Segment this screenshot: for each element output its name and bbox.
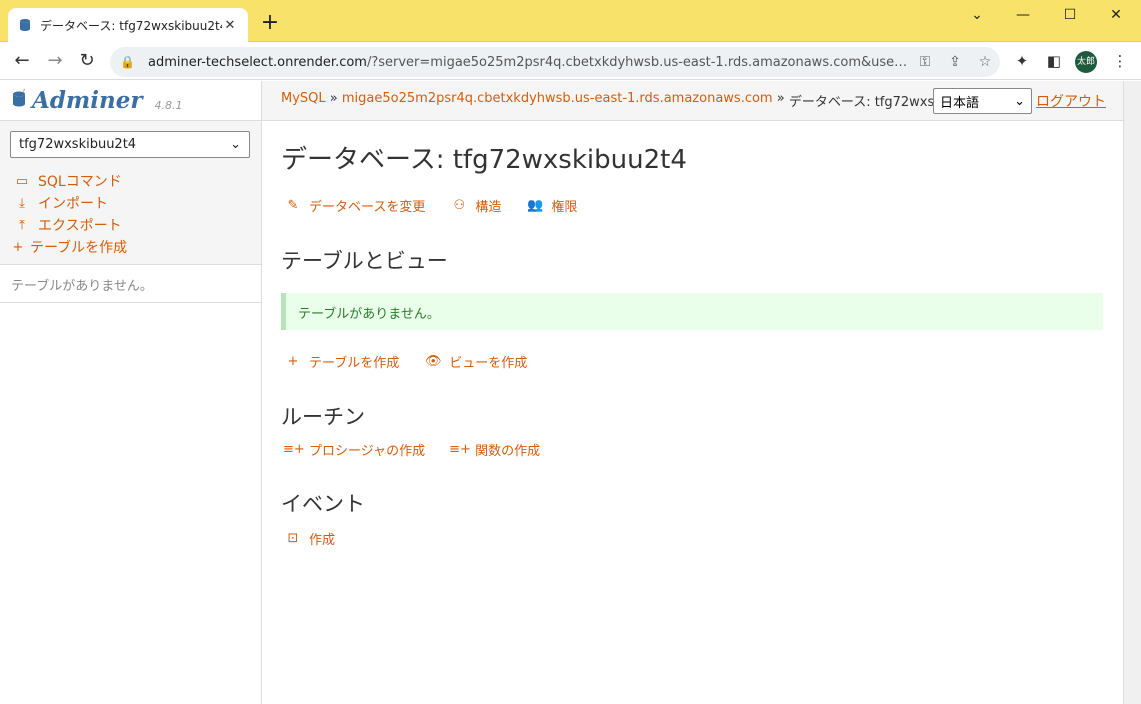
events-heading: イベント <box>281 492 365 516</box>
pencil-icon: ✎ <box>287 198 299 213</box>
import-link[interactable]: ⤓ インポート <box>10 192 251 214</box>
create-event-action[interactable]: ⊡ 作成 <box>283 529 335 548</box>
svg-text:?: ? <box>22 89 25 95</box>
profile-avatar[interactable]: 太郎 <box>1075 51 1097 73</box>
chevron-down-icon: ⌄ <box>230 137 241 152</box>
breadcrumb-server[interactable]: migae5o25m2psr4q.cbetxkdyhwsb.us-east-1.… <box>342 91 773 106</box>
version-label: 4.8.1 <box>154 99 183 112</box>
extensions-icon[interactable]: ✦ <box>1011 52 1033 72</box>
window-minimize-icon[interactable]: — <box>1000 4 1046 26</box>
create-table-action[interactable]: + テーブルを作成 <box>283 352 400 371</box>
logout-link[interactable]: ログアウト <box>1036 91 1106 111</box>
address-bar: ← → ↻ 🔒 adminer-techselect.onrender.com/… <box>0 42 1141 80</box>
database-select-value: tfg72wxskibuu2t4 <box>19 137 137 152</box>
main-content: MySQL » migae5o25m2psr4q.cbetxkdyhwsb.us… <box>262 81 1123 704</box>
menu-icon[interactable]: ⋮ <box>1109 52 1131 72</box>
forward-icon[interactable]: → <box>43 50 67 72</box>
side-panel-icon[interactable]: ◧ <box>1043 52 1065 72</box>
structure-link[interactable]: ⚇ 構造 <box>449 196 502 215</box>
tables-heading: テーブルとビュー <box>281 249 448 273</box>
logo-name: Adminer <box>32 87 143 114</box>
list-add-icon: ≡+ <box>283 442 305 457</box>
create-function-label: 関数の作成 <box>475 444 541 459</box>
adminer-app: ? Adminer 4.8.1 tfg72wxskibuu2t4 ⌄ ▭ SQL… <box>0 81 1123 704</box>
breadcrumb-separator: » <box>776 91 785 106</box>
plus-icon: + <box>12 239 24 255</box>
breadcrumb-separator: » <box>329 91 338 106</box>
sql-command-label: SQLコマンド <box>38 174 122 190</box>
create-function-action[interactable]: ≡+ 関数の作成 <box>449 440 540 459</box>
no-tables-message: テーブルがありません。 <box>281 293 1103 330</box>
routine-actions: ≡+ プロシージャの作成 ≡+ 関数の作成 <box>283 440 540 459</box>
new-tab-icon[interactable]: + <box>258 12 282 36</box>
create-procedure-label: プロシージャの作成 <box>309 444 426 459</box>
alter-database-link[interactable]: ✎ データベースを変更 <box>283 196 426 215</box>
browser-tabbar: データベース: tfg72wxskibuu2t4 - m ✕ + ⌄ — ☐ ✕ <box>0 0 1141 42</box>
event-actions: ⊡ 作成 <box>283 529 335 548</box>
lock-icon: 🔒 <box>120 55 135 69</box>
users-icon: 👥 <box>527 198 544 213</box>
privileges-link[interactable]: 👥 権限 <box>525 196 577 215</box>
back-icon[interactable]: ← <box>10 50 34 72</box>
terminal-icon: ▭ <box>15 173 29 189</box>
share-icon[interactable]: ⇪ <box>940 54 970 70</box>
database-stack-icon: ? <box>12 88 28 113</box>
page-title: データベース: tfg72wxskibuu2t4 <box>281 145 687 175</box>
structure-label: 構造 <box>475 200 502 215</box>
table-actions: + テーブルを作成 👁 ビューを作成 <box>283 352 528 371</box>
create-table-action-label: テーブルを作成 <box>309 356 400 371</box>
window-close-icon[interactable]: ✕ <box>1093 4 1139 26</box>
calendar-add-icon: ⊡ <box>287 531 299 546</box>
tab-title: データベース: tfg72wxskibuu2t4 - m <box>40 18 222 33</box>
import-label: インポート <box>38 196 108 212</box>
database-select[interactable]: tfg72wxskibuu2t4 ⌄ <box>10 131 250 158</box>
create-procedure-action[interactable]: ≡+ プロシージャの作成 <box>283 440 425 459</box>
sidebar-menu: tfg72wxskibuu2t4 ⌄ ▭ SQLコマンド ⤓ インポート ⤒ エ… <box>0 121 261 265</box>
sitemap-icon: ⚇ <box>453 198 466 213</box>
window-collapse-icon[interactable]: ⌄ <box>954 4 1000 26</box>
database-icon <box>20 19 30 31</box>
routines-heading: ルーチン <box>281 405 365 429</box>
import-icon: ⤓ <box>19 195 25 211</box>
tab-close-icon[interactable]: ✕ <box>222 18 238 33</box>
export-icon: ⤒ <box>19 217 25 233</box>
export-link[interactable]: ⤒ エクスポート <box>10 214 251 236</box>
create-view-action[interactable]: 👁 ビューを作成 <box>423 352 527 371</box>
privileges-label: 権限 <box>551 200 578 215</box>
browser-tab[interactable]: データベース: tfg72wxskibuu2t4 - m ✕ <box>8 8 248 42</box>
url-path: /?server=migae5o25m2psr4q.cbetxkdyhwsb.u… <box>366 54 910 70</box>
page-scrollbar[interactable] <box>1123 81 1141 704</box>
create-view-action-label: ビューを作成 <box>449 356 528 371</box>
chevron-down-icon: ⌄ <box>1014 93 1025 109</box>
reload-icon[interactable]: ↻ <box>75 50 99 72</box>
star-icon[interactable]: ☆ <box>970 54 1000 70</box>
breadcrumb-server-type[interactable]: MySQL <box>281 91 326 106</box>
database-actions: ✎ データベースを変更 ⚇ 構造 👥 権限 <box>283 196 578 215</box>
eye-icon: 👁 <box>424 354 442 369</box>
adminer-logo[interactable]: ? Adminer 4.8.1 <box>0 81 261 121</box>
sidebar-no-tables: テーブルがありません。 <box>0 265 261 303</box>
key-icon[interactable]: ⚿ <box>910 54 940 70</box>
language-select-value: 日本語 <box>940 95 980 111</box>
create-event-label: 作成 <box>309 533 336 548</box>
sql-command-link[interactable]: ▭ SQLコマンド <box>10 170 251 192</box>
plus-icon: + <box>287 354 299 369</box>
url-host: adminer-techselect.onrender.com <box>148 54 367 70</box>
export-label: エクスポート <box>38 218 122 234</box>
alter-database-label: データベースを変更 <box>309 200 426 215</box>
create-table-label: テーブルを作成 <box>30 240 128 256</box>
sidebar: ? Adminer 4.8.1 tfg72wxskibuu2t4 ⌄ ▭ SQL… <box>0 81 262 704</box>
language-select[interactable]: 日本語 ⌄ <box>933 88 1032 114</box>
create-table-link[interactable]: + テーブルを作成 <box>10 236 251 258</box>
url-field[interactable]: 🔒 adminer-techselect.onrender.com/?serve… <box>110 47 1000 77</box>
list-add-icon: ≡+ <box>449 442 471 457</box>
window-maximize-icon[interactable]: ☐ <box>1047 4 1093 26</box>
